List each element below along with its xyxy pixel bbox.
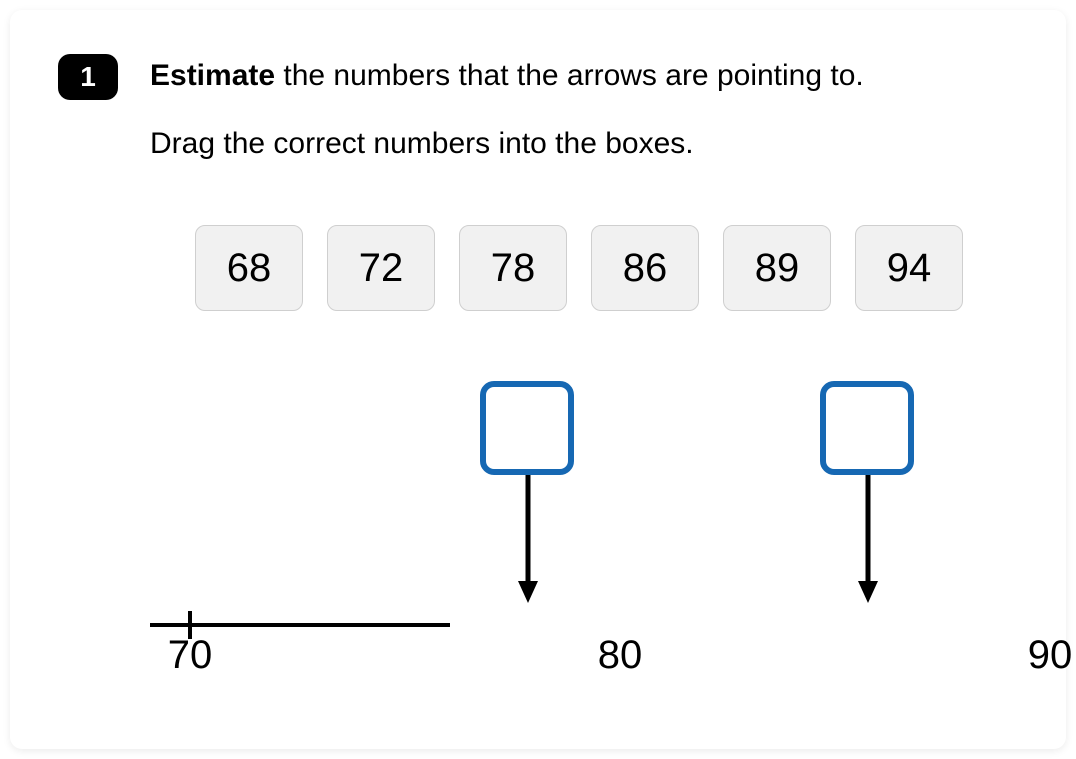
question-line-2: Drag the correct numbers into the boxes. xyxy=(150,122,1018,166)
choice-tile[interactable]: 86 xyxy=(591,225,699,311)
tick-label: 80 xyxy=(598,633,643,678)
tick-label: 70 xyxy=(168,633,213,678)
question-line1-rest: the numbers that the arrows are pointing… xyxy=(275,59,864,92)
choice-tile[interactable]: 94 xyxy=(855,225,963,311)
choice-label: 78 xyxy=(491,246,536,291)
choice-label: 89 xyxy=(755,246,800,291)
choice-tile[interactable]: 78 xyxy=(459,225,567,311)
question-text: Estimate the numbers that the arrows are… xyxy=(150,54,1018,165)
choice-label: 94 xyxy=(887,246,932,291)
question-number-badge: 1 xyxy=(58,54,118,100)
choice-tile[interactable]: 68 xyxy=(195,225,303,311)
drop-target-2[interactable] xyxy=(820,381,914,475)
question-card: 1 Estimate the numbers that the arrows a… xyxy=(10,10,1066,749)
answer-choices-row: 68 72 78 86 89 94 xyxy=(150,225,1008,311)
choice-label: 72 xyxy=(359,246,404,291)
choice-label: 68 xyxy=(227,246,272,291)
choice-tile[interactable]: 72 xyxy=(327,225,435,311)
number-line-diagram: 70 80 90 xyxy=(150,381,998,701)
choice-tile[interactable]: 89 xyxy=(723,225,831,311)
drop-target-1[interactable] xyxy=(480,381,574,475)
question-line-1: Estimate the numbers that the arrows are… xyxy=(150,54,1018,98)
question-bold-word: Estimate xyxy=(150,59,275,92)
choice-label: 86 xyxy=(623,246,668,291)
tick-label: 90 xyxy=(1028,633,1073,678)
arrow-down-icon xyxy=(858,475,878,605)
arrow-down-icon xyxy=(518,475,538,605)
question-number-text: 1 xyxy=(80,61,96,93)
question-header: 1 Estimate the numbers that the arrows a… xyxy=(58,54,1018,165)
